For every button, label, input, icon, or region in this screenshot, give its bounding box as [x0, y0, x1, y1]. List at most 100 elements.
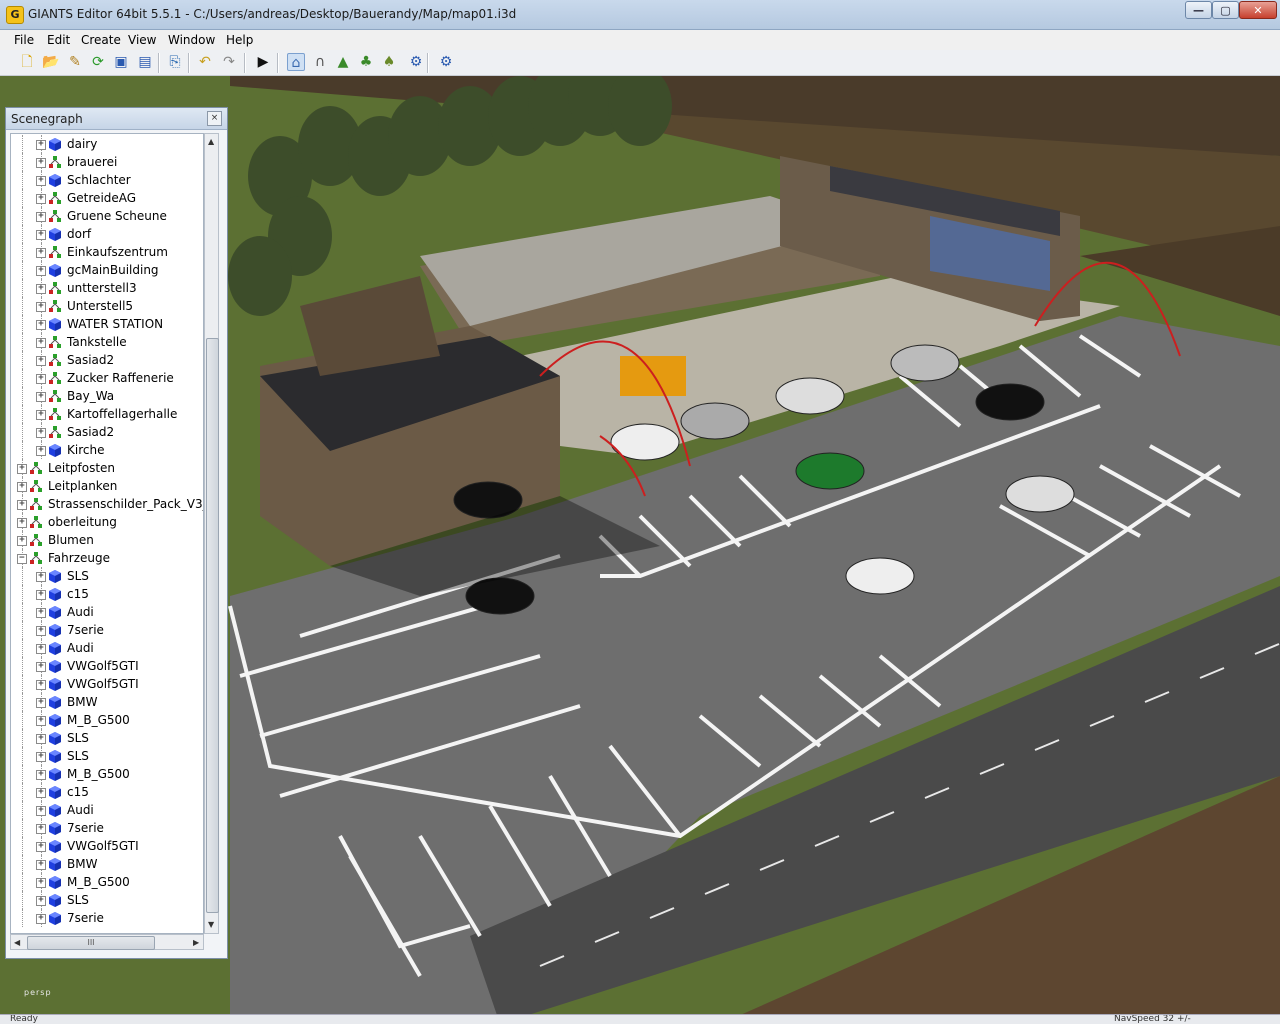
tree-item[interactable]: + Audi [11, 639, 203, 657]
refresh-icon[interactable]: ⟳ [89, 53, 107, 71]
tree-item[interactable]: + Kartoffellagerhalle [11, 405, 203, 423]
expand-plus-icon[interactable]: + [36, 428, 46, 438]
terrain-paint-icon[interactable]: ▲ [334, 53, 352, 71]
scroll-up-arrow-icon[interactable]: ▲ [208, 137, 214, 146]
edit-file-icon[interactable]: ✎ [66, 53, 84, 71]
menu-help[interactable]: Help [226, 33, 253, 47]
menu-file[interactable]: File [14, 33, 34, 47]
expand-plus-icon[interactable]: + [36, 410, 46, 420]
expand-plus-icon[interactable]: + [36, 140, 46, 150]
tree-item[interactable]: + GetreideAG [11, 189, 203, 207]
scenegraph-vertical-scrollbar[interactable]: ▲ ▼ [204, 133, 219, 934]
expand-plus-icon[interactable]: + [36, 770, 46, 780]
scenegraph-close-button[interactable]: × [207, 111, 222, 126]
menu-view[interactable]: View [128, 33, 156, 47]
expand-plus-icon[interactable]: + [17, 464, 27, 474]
tree-item[interactable]: + VWGolf5GTI [11, 675, 203, 693]
new-file-icon[interactable]: 🗋 [18, 53, 36, 71]
settings-icon[interactable]: ⚙ [437, 53, 455, 71]
scenegraph-horizontal-scrollbar[interactable]: ◀ III ▶ [10, 934, 204, 950]
expand-plus-icon[interactable]: + [36, 248, 46, 258]
expand-plus-icon[interactable]: + [36, 626, 46, 636]
expand-plus-icon[interactable]: + [36, 644, 46, 654]
tree-item[interactable]: + c15 [11, 783, 203, 801]
scenegraph-hscroll-thumb[interactable]: III [27, 936, 155, 950]
magnet-icon[interactable]: ∩ [311, 53, 329, 71]
tree-item[interactable]: + Blumen [11, 531, 203, 549]
expand-plus-icon[interactable]: + [36, 356, 46, 366]
tree-item[interactable]: + Leitplanken [11, 477, 203, 495]
tree-item[interactable]: + Audi [11, 801, 203, 819]
home-camera-icon[interactable]: ⌂ [287, 53, 305, 71]
menu-create[interactable]: Create [81, 33, 121, 47]
tree-item[interactable]: + Leitpfosten [11, 459, 203, 477]
tree-item[interactable]: + Sasiad2 [11, 423, 203, 441]
expand-plus-icon[interactable]: + [36, 680, 46, 690]
tree-item[interactable]: + M_B_G500 [11, 873, 203, 891]
tree-item[interactable]: + oberleitung [11, 513, 203, 531]
tree-item[interactable]: + WATER STATION [11, 315, 203, 333]
tree-item[interactable]: + Einkaufszentrum [11, 243, 203, 261]
tree-item[interactable]: + brauerei [11, 153, 203, 171]
tree-item[interactable]: + c15 [11, 585, 203, 603]
expand-plus-icon[interactable]: + [36, 860, 46, 870]
expand-plus-icon[interactable]: + [36, 716, 46, 726]
expand-plus-icon[interactable]: + [17, 482, 27, 492]
tree-item[interactable]: + Tankstelle [11, 333, 203, 351]
close-window-button[interactable]: ✕ [1239, 1, 1277, 19]
scenegraph-scroll-thumb[interactable] [206, 338, 219, 913]
foliage-paint-icon[interactable]: ♣ [357, 53, 375, 71]
foliage-erase-icon[interactable]: ♠ [380, 53, 398, 71]
expand-plus-icon[interactable]: + [36, 878, 46, 888]
expand-plus-icon[interactable]: + [17, 500, 27, 510]
tree-item[interactable]: + SLS [11, 747, 203, 765]
expand-plus-icon[interactable]: + [36, 230, 46, 240]
expand-plus-icon[interactable]: + [36, 158, 46, 168]
expand-plus-icon[interactable]: + [36, 284, 46, 294]
tree-item[interactable]: + SLS [11, 729, 203, 747]
save-icon[interactable]: ▣ [112, 53, 130, 71]
scroll-down-arrow-icon[interactable]: ▼ [208, 920, 214, 929]
expand-plus-icon[interactable]: + [17, 518, 27, 528]
tree-item[interactable]: − Fahrzeuge [11, 549, 203, 567]
tree-item[interactable]: +7serie [11, 819, 203, 837]
expand-plus-icon[interactable]: + [36, 446, 46, 456]
expand-plus-icon[interactable]: + [36, 320, 46, 330]
play-icon[interactable]: ▶ [254, 53, 272, 71]
tree-item[interactable]: + dairy [11, 135, 203, 153]
undo-icon[interactable]: ↶ [196, 53, 214, 71]
menu-window[interactable]: Window [168, 33, 215, 47]
expand-plus-icon[interactable]: + [36, 338, 46, 348]
tree-item[interactable]: + Strassenschilder_Pack_V3_by [11, 495, 203, 513]
tree-item[interactable]: + untterstell3 [11, 279, 203, 297]
expand-plus-icon[interactable]: + [17, 536, 27, 546]
expand-plus-icon[interactable]: + [36, 698, 46, 708]
tree-item[interactable]: + VWGolf5GTI [11, 657, 203, 675]
maximize-button[interactable]: ▢ [1212, 1, 1239, 19]
tree-item[interactable]: + Kirche [11, 441, 203, 459]
tree-item[interactable]: + M_B_G500 [11, 765, 203, 783]
tree-item[interactable]: + Sasiad2 [11, 351, 203, 369]
expand-plus-icon[interactable]: + [36, 572, 46, 582]
save-as-icon[interactable]: ▤ [136, 53, 154, 71]
expand-plus-icon[interactable]: + [36, 212, 46, 222]
menu-edit[interactable]: Edit [47, 33, 70, 47]
redo-icon[interactable]: ↷ [220, 53, 238, 71]
tree-item[interactable]: + BMW [11, 693, 203, 711]
tree-item[interactable]: + dorf [11, 225, 203, 243]
tree-item[interactable]: + SLS [11, 567, 203, 585]
collapse-minus-icon[interactable]: − [17, 554, 27, 564]
tree-item[interactable]: + Schlachter [11, 171, 203, 189]
expand-plus-icon[interactable]: + [36, 392, 46, 402]
tree-item[interactable]: + M_B_G500 [11, 711, 203, 729]
tree-item[interactable]: + VWGolf5GTI [11, 837, 203, 855]
tree-item[interactable]: + BMW [11, 855, 203, 873]
expand-plus-icon[interactable]: + [36, 302, 46, 312]
tree-item[interactable]: + Gruene Scheune [11, 207, 203, 225]
expand-plus-icon[interactable]: + [36, 608, 46, 618]
tree-item[interactable]: +7serie [11, 621, 203, 639]
expand-plus-icon[interactable]: + [36, 374, 46, 384]
tree-item[interactable]: + Bay_Wa [11, 387, 203, 405]
expand-plus-icon[interactable]: + [36, 176, 46, 186]
tree-item[interactable]: +7serie [11, 909, 203, 927]
